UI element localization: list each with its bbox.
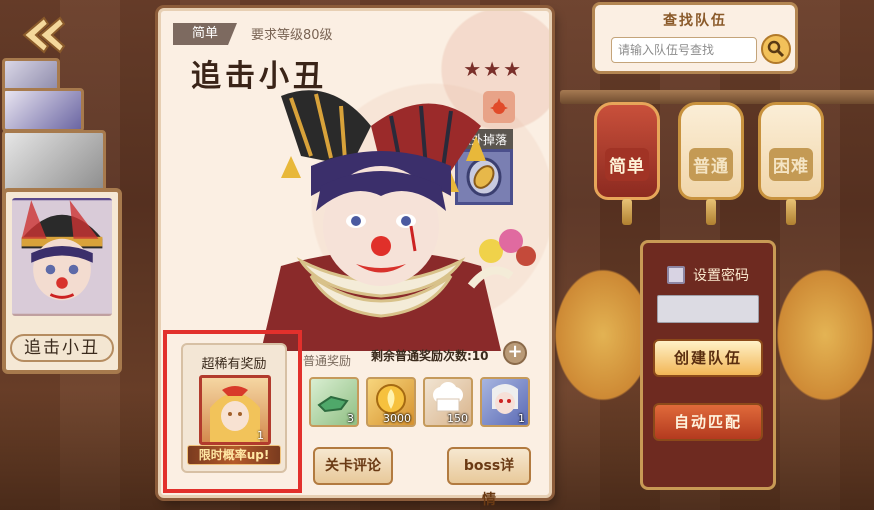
- reward-item[interactable]: 1: [480, 377, 530, 427]
- boss-illustration: [261, 90, 536, 351]
- tassel: [786, 199, 796, 225]
- tassel: [622, 199, 632, 225]
- boss-thumb[interactable]: [2, 88, 84, 132]
- star-icon: ★: [503, 57, 521, 81]
- level-requirement: 要求等级80级: [251, 28, 333, 43]
- password-input[interactable]: [657, 295, 759, 323]
- search-team-panel: 查找队伍: [592, 2, 798, 74]
- stage-review-button[interactable]: 关卡评论: [313, 447, 393, 485]
- reward-qty: 3: [347, 412, 354, 425]
- reward-qty: 150: [447, 412, 468, 425]
- star-icon: ★: [483, 57, 502, 81]
- difficulty-easy[interactable]: 简单: [594, 102, 660, 225]
- back-button[interactable]: [18, 14, 76, 56]
- normal-reward-label: 普通奖励: [303, 354, 352, 368]
- difficulty-tag: 简单: [173, 23, 237, 45]
- difficulty-normal[interactable]: 普通: [678, 102, 744, 225]
- reward-item[interactable]: 3000: [366, 377, 416, 427]
- reward-item[interactable]: 3: [309, 377, 359, 427]
- create-team-button[interactable]: 创建队伍: [653, 339, 763, 377]
- search-icon: [767, 40, 785, 58]
- boss-selected-card[interactable]: 追击小丑: [2, 188, 122, 374]
- boss-list: 追击小丑: [0, 58, 150, 374]
- tassel: [706, 199, 716, 225]
- difficulty-hard[interactable]: 困难: [758, 102, 824, 225]
- team-panel: 设置密码 创建队伍 自动匹配: [640, 240, 776, 490]
- boss-detail-button[interactable]: boss详情: [447, 447, 531, 508]
- auto-match-button[interactable]: 自动匹配: [653, 403, 763, 441]
- star-rating: ★ ★ ★: [463, 59, 521, 79]
- difficulty-selector: 简单 普通 困难: [560, 90, 874, 230]
- difficulty-label: 普通: [689, 147, 733, 181]
- add-reward-count-button[interactable]: +: [503, 341, 527, 365]
- star-icon: ★: [463, 57, 482, 81]
- password-label: 设置密码: [693, 268, 749, 284]
- boss-portrait: [12, 198, 112, 316]
- difficulty-label: 困难: [769, 147, 813, 181]
- wing-decor: [770, 260, 874, 410]
- reward-items: 3 3000 150 1: [309, 377, 530, 427]
- search-button[interactable]: [761, 34, 791, 64]
- team-id-search-input[interactable]: [611, 37, 757, 63]
- reward-qty: 3000: [383, 412, 411, 425]
- back-arrow-icon: [22, 16, 66, 54]
- reward-item[interactable]: 150: [423, 377, 473, 427]
- search-title: 查找队伍: [663, 13, 727, 29]
- password-checkbox[interactable]: [667, 266, 685, 284]
- highlight-frame: [163, 330, 302, 493]
- difficulty-label: 简单: [605, 147, 649, 181]
- boss-name-tag: 追击小丑: [10, 334, 114, 362]
- password-row: 设置密码: [667, 265, 749, 285]
- reward-qty: 1: [518, 412, 525, 425]
- remaining-reward-count: 剩余普通奖励次数:10: [371, 349, 489, 363]
